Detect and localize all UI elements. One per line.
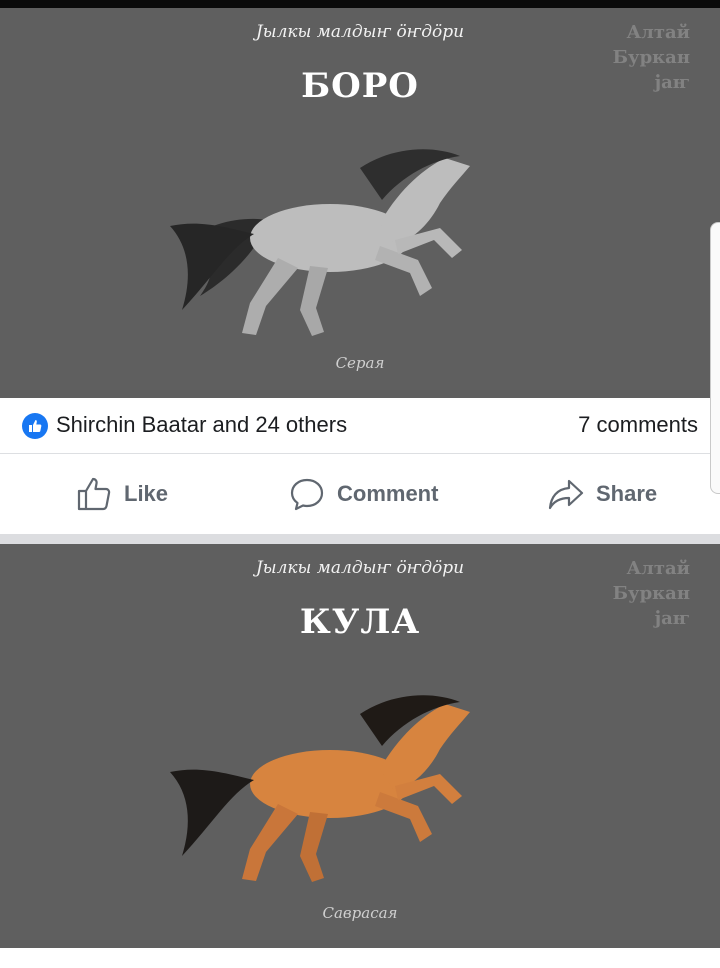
post-image-boro[interactable]: Јылкы малдыҥ öҥдöри БОРО Алтай Буркан ја… [0, 8, 720, 398]
status-bar [0, 0, 720, 8]
reactions-bar: Shirchin Baatar and 24 others 7 comments [0, 398, 720, 454]
watermark: Алтай Буркан јаҥ [613, 556, 690, 631]
post-image-kula[interactable]: Јылкы малдыҥ öҥдöри КУЛА Алтай Буркан ја… [0, 544, 720, 948]
watermark: Алтай Буркан јаҥ [613, 20, 690, 95]
watermark-line: јаҥ [654, 608, 690, 629]
comments-count-link[interactable]: 7 comments [578, 412, 698, 438]
watermark-line: Алтай [626, 558, 690, 579]
feed-divider [0, 534, 720, 544]
watermark-line: јаҥ [654, 72, 690, 93]
grey-horse-illustration [170, 149, 470, 336]
likes-summary-link[interactable]: Shirchin Baatar and 24 others [56, 412, 347, 438]
next-post-footer [0, 948, 720, 968]
scrollbar-handle[interactable] [710, 222, 720, 494]
like-label: Like [124, 481, 169, 506]
share-arrow-icon [548, 479, 584, 510]
thumbs-up-icon [77, 477, 111, 511]
watermark-line: Алтай [626, 22, 690, 43]
comment-label: Comment [337, 481, 439, 506]
image-caption: Саврасая [322, 904, 398, 922]
like-badge-icon[interactable] [22, 413, 48, 439]
comment-button[interactable]: Comment [289, 456, 438, 532]
comment-bubble-icon [290, 478, 324, 511]
image-caption: Серая [335, 354, 385, 372]
like-button[interactable]: Like [76, 456, 168, 532]
post-footer: Shirchin Baatar and 24 others 7 comments… [0, 398, 720, 534]
share-label: Share [596, 481, 658, 506]
share-button[interactable]: Share [548, 456, 657, 532]
buckskin-horse-illustration [170, 695, 470, 882]
watermark-line: Буркан [612, 47, 690, 68]
watermark-line: Буркан [612, 583, 690, 604]
post-actions: Like Comment Share [0, 456, 720, 532]
